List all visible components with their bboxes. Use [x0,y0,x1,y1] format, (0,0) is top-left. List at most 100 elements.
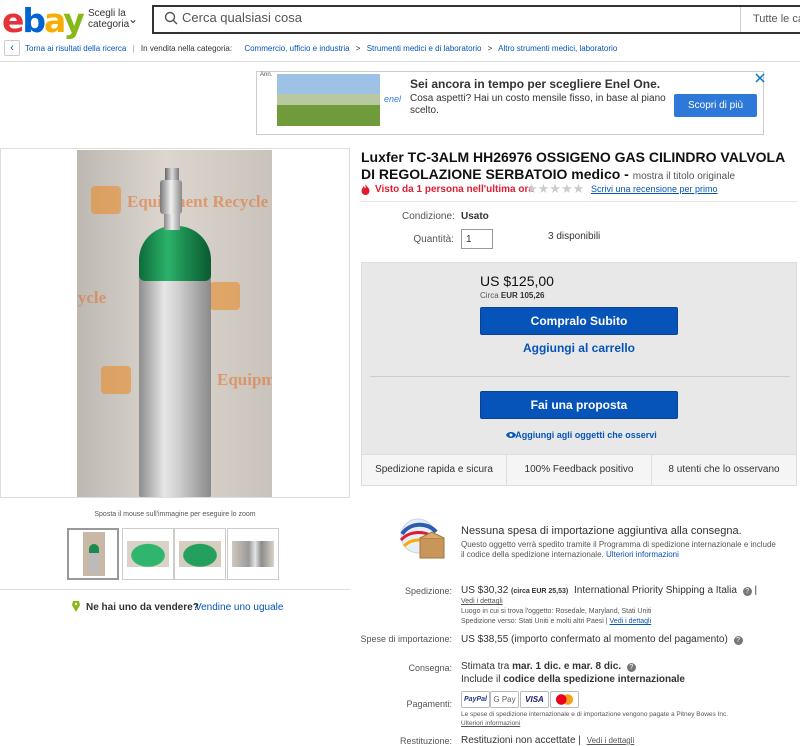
chevron-down-icon[interactable]: ⌄ [128,12,138,26]
price: US $125,00 [480,273,554,289]
shipping-value: US $30,32 (circa EUR 25,53) Internationa… [461,585,757,596]
breadcrumb: Torna ai risultati della ricerca | In ve… [25,44,621,53]
back-chevron-icon[interactable]: ‹ [4,40,20,56]
make-offer-button[interactable]: Fai una proposta [480,391,678,419]
shipping-price: US $30,32 [461,585,509,596]
breadcrumb-item[interactable]: Altro strumenti medici, laboratorio [498,44,617,53]
ad-body: Cosa aspetti? Hai un costo mensile fisso… [410,93,666,116]
cylinder-top [139,226,211,281]
watermark-logo [101,366,131,394]
ships-to-text: Spedizione verso: Stati Uniti e molti al… [461,618,608,625]
google-pay-icon: G Pay [490,691,519,708]
ships-to: Spedizione verso: Stati Uniti e molti al… [461,618,651,625]
approx-prefix: Circa [480,291,501,300]
ad-image[interactable] [277,74,380,126]
ad-brand-logo: enel [384,94,402,104]
cylinder-valve [160,180,182,214]
payments-label: Pagamenti: [406,699,452,709]
ad-title[interactable]: Sei ancora in tempo per scegliere Enel O… [410,77,660,91]
import-fees-label: Spese di importazione: [360,634,452,644]
search-input[interactable] [182,10,582,25]
logo-letter: y [63,1,84,40]
breadcrumb-item[interactable]: Strumenti medici e di laboratorio [367,44,482,53]
ships-to-details-link[interactable]: Vedi i dettagli [610,618,652,625]
delivery-code: Include il codice della spedizione inter… [461,674,685,685]
logo-letter: e [2,1,24,40]
shipping-details-link[interactable]: Vedi i dettagli [461,598,503,605]
delivery-code-prefix: Include il [461,674,504,685]
buy-box [361,262,797,486]
listing-title: Luxfer TC-3ALM HH26976 OSSIGENO GAS CILI… [361,149,791,185]
back-to-results-link[interactable]: Torna ai risultati della ricerca [25,44,126,53]
import-info-link[interactable]: Ulteriori informazioni [606,550,679,559]
thumbnail-image [179,541,221,567]
approx-price: Circa EUR 105,26 [480,291,544,300]
condition-label: Condizione: [402,211,455,222]
help-icon[interactable]: ? [742,587,752,596]
thumbnail-image [83,532,105,576]
shipping-service: International Priority Shipping a Italia [574,585,737,596]
breadcrumb-category-label: In vendita nella categoria: [140,44,233,53]
approx-value: EUR 105,26 [500,291,545,300]
divider [0,61,800,62]
breadcrumb-divider: | [132,44,135,53]
sell-one-question: Ne hai uno da vendere? [86,602,199,613]
ebay-logo[interactable]: ebay [2,1,85,40]
stat-feedback: 100% Feedback positivo [524,464,634,475]
import-fees-note: (importo confermato al momento del pagam… [511,634,728,645]
watch-link[interactable]: Aggiungi agli oggetti che osservi [480,430,678,440]
search-icon [164,11,178,25]
ad-label: Ann. [260,72,273,78]
ad-close-icon[interactable] [755,73,765,83]
shipping-label: Spedizione: [404,586,452,596]
quantity-available: 3 disponibili [548,231,601,242]
sell-one-link[interactable]: Vendine uno uguale [195,602,283,613]
thumbnail-image [127,541,169,567]
thumbnail-image [232,541,274,567]
thumbnail[interactable] [227,528,279,580]
add-to-cart-button[interactable]: Aggiungi al carrello [480,341,678,355]
watch-label: Aggiungi agli oggetti che osservi [515,430,657,440]
stat-fast-shipping: Spedizione rapida e sicura [375,464,493,475]
divider-bar: | [754,585,758,596]
help-icon[interactable]: ? [626,663,636,672]
package-globe-icon [399,518,445,559]
title-suffix: - [620,166,633,182]
watermark-logo [210,282,240,310]
breadcrumb-separator: > [487,44,493,53]
quantity-input[interactable] [461,229,493,249]
quantity-label: Quantità: [413,234,454,245]
product-image[interactable]: Equipment Recycle Equipment Recycle Equi… [77,150,272,497]
write-review-link[interactable]: Scrivi una recensione per primo [591,184,718,194]
help-icon[interactable]: ? [733,636,743,645]
cylinder-shape [89,544,99,574]
category-dropdown[interactable]: Tutte le categorie [740,7,800,32]
divider [0,589,350,590]
condition-value: Usato [461,211,489,222]
import-body: Questo oggetto verrà spedito tramite il … [461,540,781,560]
fire-icon [361,184,370,195]
returns-value: Restituzioni non accettate | Vedi i dett… [461,735,634,746]
delivery-code-text: codice della spedizione internazionale [503,674,685,685]
zoom-hint: Sposta il mouse sull'immagine per esegui… [94,511,256,518]
price-tag-icon [72,601,80,612]
logo-letter: a [44,1,65,40]
payments-info-link[interactable]: Ulteriori informazioni [461,720,520,727]
thumbnail[interactable] [174,528,226,580]
visa-icon: VISA [520,691,549,708]
watermark-text: Equipment Recycle [217,370,272,389]
divider [361,201,797,202]
payments-note: Le spese di spedizione internazionale e … [461,711,729,718]
import-fees-amount: US $38,55 [461,634,509,645]
returns-details-link[interactable]: Vedi i dettagli [587,736,635,745]
buy-now-button[interactable]: Compralo Subito [480,307,678,335]
thumbnail[interactable] [122,528,174,580]
original-title-link[interactable]: mostra il titolo originale [633,171,735,182]
watermark-text: Equipment Recycle [127,192,269,211]
delivery-estimate: Stimata tra mar. 1 dic. e mar. 8 dic. ? [461,661,636,672]
thumbnail[interactable] [67,528,119,580]
breadcrumb-item[interactable]: Commercio, ufficio e industria [244,44,349,53]
star-rating: ★★★★★ [526,181,585,196]
ad-cta-button[interactable]: Scopri di più [674,94,757,117]
paypal-icon: PayPal [461,691,490,708]
